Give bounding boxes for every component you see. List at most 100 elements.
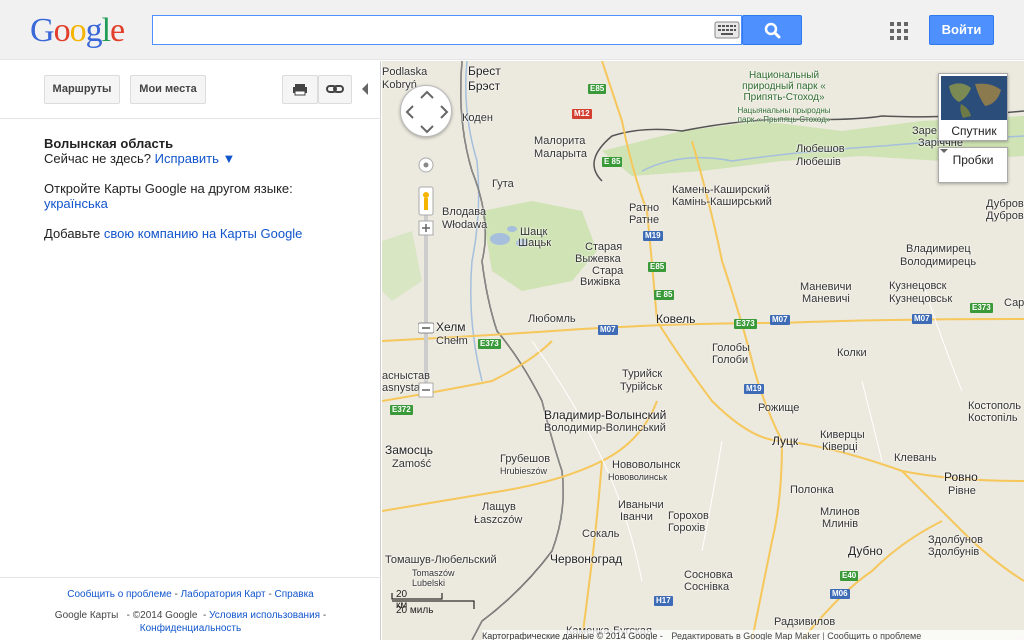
place-label: Выжевка <box>575 253 621 265</box>
place-label: Ківерці <box>822 441 858 453</box>
attribution-text: Картографические данные © 2014 Google - <box>482 631 663 640</box>
map-attribution: Картографические данные © 2014 Google - … <box>482 630 1024 640</box>
place-label: Клевань <box>894 452 937 464</box>
place-label: Томашув-Любельский <box>385 554 497 566</box>
link-button[interactable] <box>318 75 352 104</box>
place-label: Радзивилов <box>774 616 836 628</box>
road-shield: M19 <box>643 231 663 241</box>
separator: - <box>320 610 327 621</box>
help-link[interactable]: Справка <box>275 589 314 600</box>
place-label: Старая <box>585 241 623 253</box>
separator: - <box>265 589 275 600</box>
place-label: Маневичи <box>800 281 852 293</box>
place-label: Иванычи <box>618 499 664 511</box>
separator: - <box>171 589 181 600</box>
road-shield: E85 <box>648 262 667 272</box>
traffic-toggle[interactable]: Пробки <box>938 147 1008 183</box>
directions-button[interactable]: Маршруты <box>44 75 120 104</box>
place-label: Дубров <box>986 198 1024 210</box>
search-input[interactable] <box>152 15 742 45</box>
place-label: Lubelski <box>412 578 446 588</box>
search-button[interactable] <box>742 15 802 45</box>
panel-content: Волынская область Сейчас не здесь? Испра… <box>44 136 364 241</box>
road-shield: M07 <box>912 314 932 324</box>
add-business-link[interactable]: свою компанию на Карты Google <box>104 226 303 241</box>
add-business-row: Добавьте свою компанию на Карты Google <box>44 226 364 241</box>
privacy-link[interactable]: Конфиденциальность <box>140 623 241 634</box>
logo-letter: g <box>85 12 103 49</box>
logo-letter: o <box>69 12 87 49</box>
top-bar: Google Войти <box>0 0 1024 60</box>
copyright: ©2014 Google <box>132 610 198 621</box>
place-label: Маневичі <box>802 293 850 305</box>
place-label: Лащув <box>482 501 516 513</box>
road-shield: M12 <box>572 109 592 119</box>
place-label: Влодава <box>442 206 487 218</box>
place-label: Млинів <box>822 518 859 530</box>
pan-arrows-icon <box>405 90 449 134</box>
my-places-button[interactable]: Мои места <box>130 75 206 104</box>
report-problem-link[interactable]: Сообщить о проблеме <box>67 589 171 600</box>
logo-letter: o <box>53 12 71 49</box>
road-shield: E373 <box>734 319 757 329</box>
google-logo[interactable]: Google <box>30 12 125 49</box>
logo-letter: e <box>110 12 125 49</box>
place-label: Рівне <box>948 485 976 497</box>
road-shield: E40 <box>840 571 859 581</box>
apps-grid-icon[interactable] <box>890 22 908 40</box>
globe-icon <box>949 83 1001 118</box>
place-label: Володимирець <box>900 256 977 268</box>
road-shield: E373 <box>970 303 993 313</box>
place-label: Zamość <box>392 458 432 470</box>
terms-link[interactable]: Условия использования <box>209 610 320 621</box>
logo-letter: l <box>101 12 112 49</box>
labs-link[interactable]: Лаборатория Карт <box>181 589 266 600</box>
place-label: Турийск <box>622 368 663 380</box>
road-shield: M07 <box>598 325 618 335</box>
road-shield: H17 <box>654 596 673 606</box>
signin-button[interactable]: Войти <box>929 15 994 45</box>
place-label: Здолбунів <box>928 546 980 558</box>
place-label: Червоноград <box>550 552 623 566</box>
print-button[interactable] <box>282 75 318 104</box>
link-icon <box>326 85 344 93</box>
place-label: Любомль <box>528 313 576 325</box>
map-canvas[interactable]: Podlaska Брест Брэст Kobryń Коден Малори… <box>382 61 1024 640</box>
place-label: Соснівка <box>684 581 730 593</box>
road-shield: E85 <box>588 84 607 94</box>
place-label: Колки <box>837 347 867 359</box>
place-label: Вижівка <box>580 276 621 288</box>
panel-toolbar: Маршруты Мои места <box>0 61 381 119</box>
road-shield: M07 <box>770 315 790 325</box>
print-icon <box>293 84 307 96</box>
place-label: Грубешов <box>500 453 551 465</box>
other-language-text: Откройте Карты Google на другом языке: <box>44 181 293 196</box>
map-maker-link[interactable]: Редактировать в Google Map Maker <box>671 631 820 640</box>
location-row: Сейчас не здесь? Исправить ▼ <box>44 151 364 166</box>
park-label: Национальный природный парк « Припять-Ст… <box>742 70 826 103</box>
add-text: Добавьте <box>44 226 101 241</box>
satellite-toggle[interactable]: Спутник <box>938 73 1008 141</box>
place-label: Дуброві <box>986 210 1024 222</box>
place-label: Ковель <box>656 312 696 326</box>
place-label: Дубно <box>848 544 883 558</box>
keyboard-icon[interactable] <box>714 20 740 40</box>
satellite-label: Спутник <box>951 124 997 138</box>
place-label: Нововолинськ <box>608 472 668 482</box>
place-label: Ратно <box>629 202 660 214</box>
zoom-slider[interactable] <box>418 157 434 401</box>
place-label: Кузнецовск <box>889 280 947 292</box>
place-label: Łaszczów <box>474 514 523 526</box>
place-label: Хелм <box>436 320 466 334</box>
fix-location-link[interactable]: Исправить ▼ <box>155 151 236 166</box>
road-shield: E 85 <box>602 157 623 167</box>
map-report-link[interactable]: Сообщить о проблеме <box>827 631 921 640</box>
road-shield: M06 <box>830 589 850 599</box>
collapse-panel-icon[interactable] <box>362 83 368 95</box>
pan-control[interactable] <box>400 85 452 137</box>
language-link[interactable]: українська <box>44 196 364 211</box>
place-label: Здолбунов <box>928 534 983 546</box>
place-label: Горохів <box>668 522 706 534</box>
place-label: Полонка <box>790 484 834 496</box>
place-label: Брэст <box>468 79 501 93</box>
